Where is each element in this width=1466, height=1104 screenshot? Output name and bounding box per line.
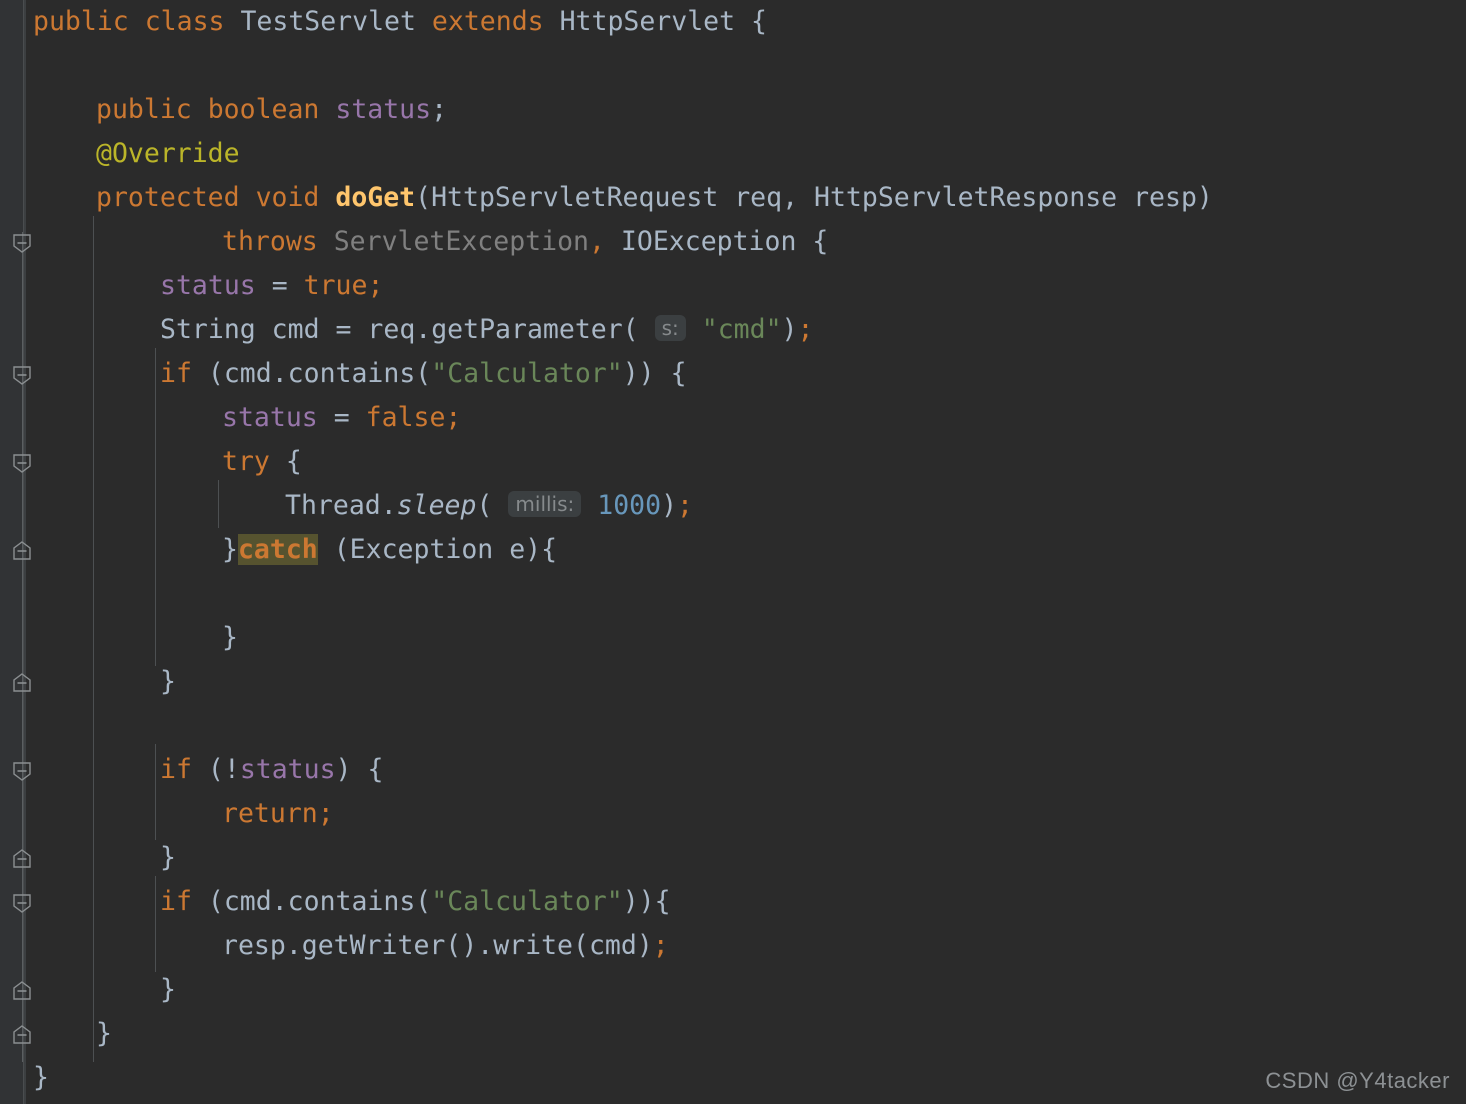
code-line: throws ServletException, IOException { (222, 226, 829, 257)
code-line: } (222, 622, 238, 653)
code-line: @Override (96, 138, 240, 169)
code-line: if (cmd.contains("Calculator")) { (160, 358, 687, 389)
code-line: status = false; (222, 402, 462, 433)
code-line: if (!status) { (160, 754, 384, 785)
code-line: } (160, 974, 176, 1005)
code-line: public class TestServlet extends HttpSer… (33, 6, 768, 37)
code-line: status = true; (160, 270, 384, 301)
code-line: Thread.sleep( millis: 1000); (285, 490, 694, 521)
code-line: }catch (Exception e){ (222, 534, 558, 565)
code-line: } (96, 1018, 112, 1049)
code-editor[interactable]: public class TestServlet extends HttpSer… (0, 0, 1466, 1104)
code-line: } (33, 1062, 49, 1093)
code-line: return; (222, 798, 334, 829)
code-line: try { (222, 446, 302, 477)
inlay-hint-parameter-millis[interactable]: millis: (508, 491, 582, 517)
highlighted-token-catch[interactable]: catch (237, 534, 318, 565)
code-line: } (160, 842, 176, 873)
inlay-hint-parameter-s[interactable]: s: (654, 315, 686, 341)
code-line: String cmd = req.getParameter( s: "cmd")… (160, 314, 814, 345)
code-line: resp.getWriter().write(cmd); (222, 930, 669, 961)
code-line: public boolean status; (96, 94, 448, 125)
code-line: if (cmd.contains("Calculator")){ (160, 886, 671, 917)
watermark-label: CSDN @Y4tacker (1265, 1068, 1450, 1093)
code-line: } (160, 666, 176, 697)
code-line: protected void doGet(HttpServletRequest … (96, 182, 1213, 213)
code-content[interactable]: public class TestServlet extends HttpSer… (0, 0, 1466, 1104)
